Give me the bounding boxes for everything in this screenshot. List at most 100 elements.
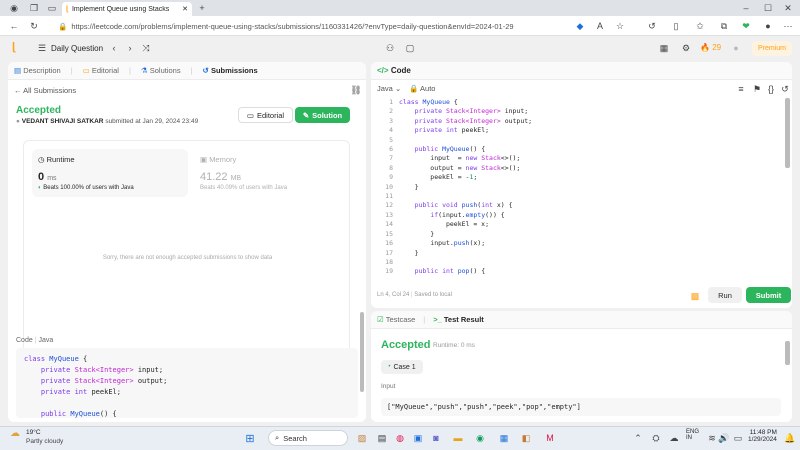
format-icon[interactable]: ≡ bbox=[735, 83, 747, 95]
code-language: Java bbox=[38, 337, 54, 344]
maximize-icon[interactable]: ☐ bbox=[762, 2, 774, 14]
result-scrollbar[interactable] bbox=[785, 341, 790, 365]
read-aloud-icon[interactable]: A bbox=[594, 20, 606, 32]
result-tabs: ☑ Testcase | >_ Test Result bbox=[371, 311, 792, 329]
battery-icon[interactable]: ▭ bbox=[732, 432, 744, 444]
new-tab-icon[interactable]: + bbox=[196, 2, 208, 14]
line-number: 2 bbox=[389, 107, 393, 116]
browser-tab[interactable]: ɭ Implement Queue using Stacks ✕ bbox=[62, 2, 192, 16]
prev-question-icon[interactable]: ‹ bbox=[108, 42, 120, 54]
user-avatar-icon[interactable]: ● bbox=[730, 42, 742, 54]
favorite-icon[interactable]: ☆ bbox=[614, 20, 626, 32]
windows-start-icon[interactable]: ⊞ bbox=[244, 432, 256, 445]
mail-icon[interactable]: M bbox=[544, 432, 556, 444]
case-1-button[interactable]: • Case 1 bbox=[381, 360, 423, 374]
layout-icon[interactable]: ▦ bbox=[658, 42, 670, 54]
tab-testcase[interactable]: ☑ Testcase bbox=[377, 315, 415, 324]
clock[interactable]: 11:48 PM 1/29/2024 bbox=[748, 429, 777, 443]
taskbar-search[interactable]: ⌕ Search bbox=[268, 430, 348, 446]
wifi-icon[interactable]: ≋ bbox=[706, 432, 718, 444]
refresh-icon[interactable]: ↻ bbox=[28, 20, 40, 32]
close-tab-icon[interactable]: ✕ bbox=[182, 5, 188, 13]
editorial-button[interactable]: ▭ Editorial bbox=[238, 107, 293, 123]
weather-desc[interactable]: Partly cloudy bbox=[26, 438, 63, 445]
teams-icon[interactable]: ◙ bbox=[430, 432, 442, 444]
app-icon-3[interactable]: ◧ bbox=[520, 432, 532, 444]
language-selector[interactable]: Java ⌄ bbox=[377, 84, 401, 93]
weather-temp[interactable]: 19°C bbox=[26, 429, 41, 436]
list-icon[interactable]: ☰ bbox=[36, 42, 48, 54]
code-editor[interactable]: 1 2 3 4 5 6 7 8 9 10 11 12 13 14 15 16 17 18 19 class MyQu… bbox=[371, 98, 783, 276]
editor-code: class MyQueue { private Stack<Integer> i… bbox=[399, 98, 533, 276]
close-window-icon[interactable]: ✕ bbox=[782, 2, 794, 14]
store-icon[interactable]: ▦ bbox=[498, 432, 510, 444]
file-explorer-icon[interactable]: ▬ bbox=[452, 432, 464, 444]
tab-solutions[interactable]: ⚗ Solutions bbox=[141, 66, 181, 75]
author-name[interactable]: VEDANT SHIVAJI SATKAR bbox=[22, 118, 104, 125]
volume-icon[interactable]: 🔊 bbox=[718, 432, 730, 444]
collections-icon[interactable]: ❐ bbox=[28, 2, 40, 14]
shuffle-icon[interactable]: ⤨ bbox=[140, 42, 152, 54]
notes-icon[interactable]: ▢ bbox=[404, 42, 416, 54]
tray-app-icon[interactable]: ⛭ bbox=[650, 432, 662, 444]
browser-essentials-icon[interactable]: ❤ bbox=[740, 20, 752, 32]
refresh-extension-icon[interactable]: ↺ bbox=[646, 20, 658, 32]
left-scrollbar[interactable] bbox=[360, 312, 364, 392]
tab-test-result[interactable]: >_ Test Result bbox=[433, 315, 484, 324]
app-icon-1[interactable]: ◍ bbox=[394, 432, 406, 444]
leetcode-favicon-icon: ɭ bbox=[66, 5, 68, 13]
tab-actions-icon[interactable]: ▭ bbox=[46, 2, 58, 14]
collections-bar-icon[interactable]: ⧉ bbox=[718, 20, 730, 32]
next-question-icon[interactable]: › bbox=[124, 42, 136, 54]
submissions-icon: ↺ bbox=[202, 66, 209, 75]
submit-button[interactable]: Submit bbox=[746, 287, 791, 303]
weather-icon[interactable]: ☁ bbox=[10, 428, 20, 439]
line-number: 16 bbox=[385, 239, 393, 248]
language-indicator[interactable]: ENG IN bbox=[686, 429, 699, 441]
settings-gear-icon[interactable]: ⚙ bbox=[680, 42, 692, 54]
split-screen-icon[interactable]: ▯ bbox=[670, 20, 682, 32]
tab-description[interactable]: ▤ Description bbox=[14, 66, 61, 75]
app-icon-2[interactable]: ▣ bbox=[412, 432, 424, 444]
auto-mode[interactable]: 🔒 Auto bbox=[409, 84, 435, 93]
all-submissions-link[interactable]: ← All Submissions bbox=[14, 86, 76, 95]
memory-box[interactable]: ▣ Memory 41.22 MB Beats 40.09% of users … bbox=[194, 149, 344, 197]
tab-editorial[interactable]: ▭ Editorial bbox=[83, 66, 119, 75]
runtime-value: 0 bbox=[38, 171, 45, 183]
braces-icon[interactable]: {} bbox=[765, 83, 777, 95]
favorites-bar-icon[interactable]: ✩ bbox=[694, 20, 706, 32]
premium-button[interactable]: Premium bbox=[752, 41, 792, 56]
task-view-icon[interactable]: ▨ bbox=[356, 432, 368, 444]
line-number-gutter: 1 2 3 4 5 6 7 8 9 10 11 12 13 14 15 16 17 18 19 bbox=[371, 98, 393, 276]
notifications-icon[interactable]: 🔔 bbox=[784, 432, 796, 444]
widgets-icon[interactable]: ▤ bbox=[376, 432, 388, 444]
reset-icon[interactable]: ↺ bbox=[779, 83, 791, 95]
runtime-box[interactable]: ◷ Runtime 0 ms ◐ Beats 100.00% of users … bbox=[32, 149, 188, 197]
streak-counter[interactable]: 🔥 29 bbox=[700, 43, 721, 52]
share-link-icon[interactable]: ⛓ bbox=[350, 84, 362, 96]
profile-icon[interactable]: ◉ bbox=[8, 2, 20, 14]
debugger-icon[interactable]: ▩ bbox=[689, 290, 701, 302]
cloud-icon[interactable]: ☁ bbox=[668, 432, 680, 444]
run-button[interactable]: Run bbox=[708, 287, 742, 303]
daily-question-link[interactable]: Daily Question bbox=[51, 44, 103, 53]
debug-icon[interactable]: ⚇ bbox=[384, 42, 396, 54]
leetcode-logo[interactable]: ɭ bbox=[12, 41, 15, 53]
editor-scrollbar[interactable] bbox=[785, 98, 790, 168]
more-icon[interactable]: ⋯ bbox=[782, 20, 794, 32]
tab-submissions-label: Submissions bbox=[210, 66, 258, 75]
profile-avatar-icon[interactable]: ● bbox=[762, 20, 774, 32]
tab-divider: | bbox=[128, 66, 131, 75]
back-icon[interactable]: ← bbox=[8, 20, 20, 32]
editor-title: </> Code bbox=[377, 66, 411, 75]
tab-submissions[interactable]: ↺ Submissions bbox=[203, 66, 258, 75]
minimize-icon[interactable]: – bbox=[740, 2, 752, 14]
extension-icon[interactable]: ◆ bbox=[574, 20, 586, 32]
bookmark-icon[interactable]: ⚑ bbox=[751, 83, 763, 95]
tray-chevron-icon[interactable]: ⌃ bbox=[632, 432, 644, 444]
edge-browser-icon[interactable]: ◉ bbox=[474, 432, 486, 444]
test-result-panel: ☑ Testcase | >_ Test Result Accepted Run… bbox=[371, 311, 792, 422]
url-field[interactable]: 🔒 https://leetcode.com/problems/implemen… bbox=[58, 19, 638, 33]
line-number: 13 bbox=[385, 210, 393, 219]
solution-button[interactable]: ✎ Solution bbox=[295, 107, 350, 123]
